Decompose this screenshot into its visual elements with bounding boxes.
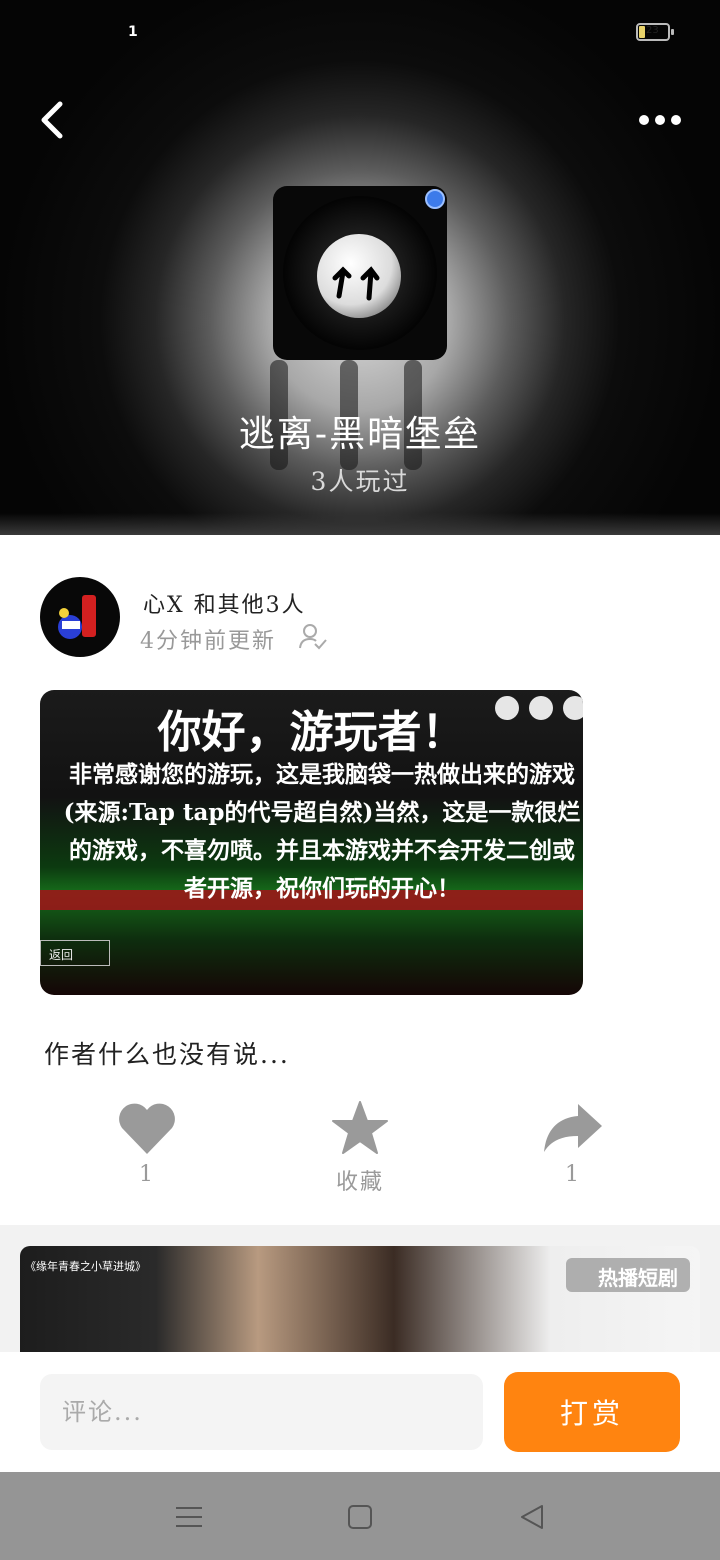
screenshot-headline: 你好，游玩者！ — [157, 707, 466, 758]
comment-bar: 打赏 — [0, 1352, 720, 1472]
menu-icon[interactable] — [172, 1500, 206, 1534]
battery-icon: 23 — [636, 23, 674, 41]
chevron-left-icon — [41, 101, 63, 139]
updated-time: 4分钟前更新 — [140, 629, 276, 654]
verified-badge-icon — [425, 189, 445, 209]
back-triangle-icon[interactable] — [515, 1500, 549, 1534]
recommended-badge: 热播短剧 — [566, 1258, 690, 1292]
share-count: 1 — [565, 1162, 581, 1187]
screenshot-back-label: 返回 — [40, 940, 110, 966]
game-title: 逃离-黑暗堡垒 — [238, 414, 482, 455]
person-check-icon — [299, 624, 327, 650]
game-icon — [273, 186, 447, 360]
battery-level: 23 — [646, 25, 659, 36]
more-dots-icon — [639, 115, 681, 125]
post-description: 作者什么也没有说... — [44, 1040, 290, 1069]
more-options-button[interactable] — [630, 100, 690, 140]
avatar[interactable] — [40, 577, 120, 657]
recommended-caption: 《缘年青春之小草进城》 — [25, 1260, 146, 1273]
avatar-image-icon — [58, 595, 96, 639]
share-arrow-icon — [544, 1104, 602, 1152]
favorite-button[interactable]: 收藏 — [310, 1100, 410, 1196]
favorite-label: 收藏 — [335, 1170, 384, 1195]
comment-input[interactable] — [40, 1374, 483, 1450]
share-button[interactable]: 1 — [523, 1100, 623, 1187]
system-navigation-bar — [0, 1472, 720, 1560]
home-square-icon[interactable] — [343, 1500, 377, 1534]
post-screenshot[interactable]: 你好，游玩者！ 非常感谢您的游玩，这是我脑袋一热做出来的游戏(来源:Tap ta… — [40, 690, 583, 995]
star-icon — [332, 1101, 388, 1154]
back-button[interactable] — [30, 96, 78, 144]
screenshot-body-text: 非常感谢您的游玩，这是我脑袋一热做出来的游戏(来源:Tap tap的代号超自然)… — [63, 761, 581, 902]
heart-icon — [119, 1103, 175, 1154]
like-count: 1 — [139, 1162, 155, 1187]
like-button[interactable]: 1 — [97, 1100, 197, 1187]
status-time: 1 — [128, 24, 138, 40]
post-users[interactable]: 心X 和其他3人 — [143, 587, 306, 619]
post-card: 心X 和其他3人 4分钟前更新 你好，游玩者！ 非常感谢您的游玩，这是我脑袋一热… — [0, 535, 720, 1225]
tip-button[interactable]: 打赏 — [504, 1372, 680, 1452]
recommended-video[interactable]: 《缘年青春之小草进城》 热播短剧 — [20, 1246, 700, 1356]
ball-face-icon — [317, 234, 401, 318]
play-count: 3人玩过 — [310, 467, 410, 496]
